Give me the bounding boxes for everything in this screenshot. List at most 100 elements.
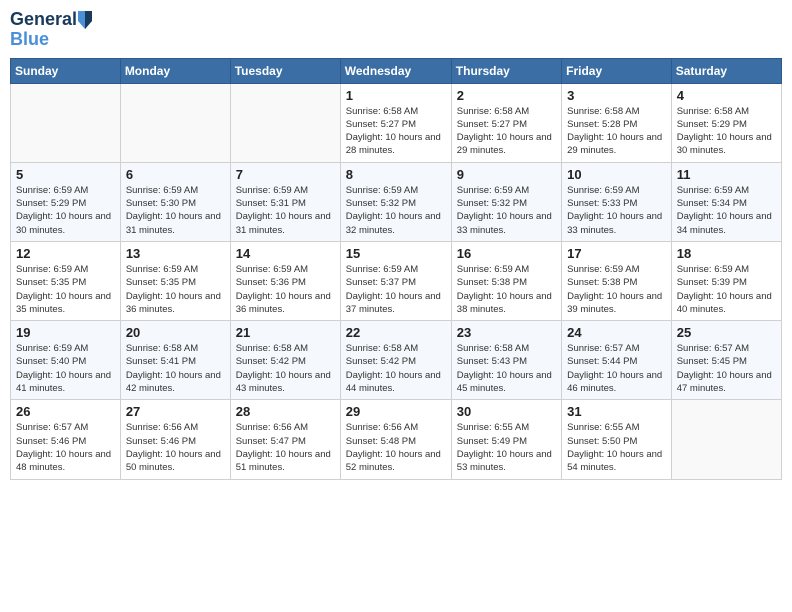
calendar-cell: 29 Sunrise: 6:56 AM Sunset: 5:48 PM Dayli… (340, 400, 451, 479)
day-detail: Sunrise: 6:58 AM Sunset: 5:42 PM Dayligh… (236, 342, 335, 395)
day-detail: Sunrise: 6:58 AM Sunset: 5:27 PM Dayligh… (346, 105, 446, 158)
calendar-cell: 21 Sunrise: 6:58 AM Sunset: 5:42 PM Dayli… (230, 321, 340, 400)
day-number: 28 (236, 404, 335, 419)
logo-text-general: General (10, 10, 77, 30)
calendar-cell: 8 Sunrise: 6:59 AM Sunset: 5:32 PM Daylig… (340, 162, 451, 241)
day-detail: Sunrise: 6:59 AM Sunset: 5:40 PM Dayligh… (16, 342, 115, 395)
calendar-cell (671, 400, 781, 479)
calendar-cell: 18Sunrise: 6:59 AM Sunset: 5:39 PM Dayli… (671, 241, 781, 320)
day-number: 18 (677, 246, 776, 261)
day-number: 21 (236, 325, 335, 340)
day-detail: Sunrise: 6:58 AM Sunset: 5:27 PM Dayligh… (457, 105, 556, 158)
day-number: 26 (16, 404, 115, 419)
calendar-cell: 6Sunrise: 6:59 AM Sunset: 5:30 PM Daylig… (120, 162, 230, 241)
calendar-cell (11, 83, 121, 162)
calendar-cell: 10 Sunrise: 6:59 AM Sunset: 5:33 PM Dayli… (562, 162, 672, 241)
day-detail: Sunrise: 6:59 AM Sunset: 5:32 PM Dayligh… (457, 184, 556, 237)
day-of-week-header: Wednesday (340, 58, 451, 83)
day-number: 4 (677, 88, 776, 103)
day-detail: Sunrise: 6:57 AM Sunset: 5:44 PM Dayligh… (567, 342, 666, 395)
calendar-cell (230, 83, 340, 162)
day-detail: Sunrise: 6:59 AM Sunset: 5:38 PM Dayligh… (567, 263, 666, 316)
calendar-cell: 11 Sunrise: 6:59 AM Sunset: 5:34 PM Dayli… (671, 162, 781, 241)
calendar-cell (120, 83, 230, 162)
calendar-cell: 25Sunrise: 6:57 AM Sunset: 5:45 PM Dayli… (671, 321, 781, 400)
day-of-week-header: Saturday (671, 58, 781, 83)
calendar-cell: 17 Sunrise: 6:59 AM Sunset: 5:38 PM Dayli… (562, 241, 672, 320)
logo-text-blue: Blue (10, 30, 92, 50)
day-detail: Sunrise: 6:59 AM Sunset: 5:36 PM Dayligh… (236, 263, 335, 316)
day-detail: Sunrise: 6:56 AM Sunset: 5:48 PM Dayligh… (346, 421, 446, 474)
calendar-cell: 2 Sunrise: 6:58 AM Sunset: 5:27 PM Daylig… (451, 83, 561, 162)
calendar-cell: 15Sunrise: 6:59 AM Sunset: 5:37 PM Dayli… (340, 241, 451, 320)
day-number: 5 (16, 167, 115, 182)
day-number: 14 (236, 246, 335, 261)
day-number: 30 (457, 404, 556, 419)
day-number: 19 (16, 325, 115, 340)
day-number: 12 (16, 246, 115, 261)
day-of-week-header: Monday (120, 58, 230, 83)
calendar-cell: 26 Sunrise: 6:57 AM Sunset: 5:46 PM Dayli… (11, 400, 121, 479)
page-header: General Blue (10, 10, 782, 50)
day-detail: Sunrise: 6:59 AM Sunset: 5:32 PM Dayligh… (346, 184, 446, 237)
day-number: 6 (126, 167, 225, 182)
day-number: 16 (457, 246, 556, 261)
calendar-cell: 20 Sunrise: 6:58 AM Sunset: 5:41 PM Dayli… (120, 321, 230, 400)
calendar-cell: 4 Sunrise: 6:58 AM Sunset: 5:29 PM Daylig… (671, 83, 781, 162)
day-number: 22 (346, 325, 446, 340)
calendar-cell: 3 Sunrise: 6:58 AM Sunset: 5:28 PM Daylig… (562, 83, 672, 162)
day-number: 8 (346, 167, 446, 182)
day-number: 23 (457, 325, 556, 340)
day-number: 17 (567, 246, 666, 261)
day-detail: Sunrise: 6:58 AM Sunset: 5:28 PM Dayligh… (567, 105, 666, 158)
day-number: 11 (677, 167, 776, 182)
calendar-cell: 31Sunrise: 6:55 AM Sunset: 5:50 PM Dayli… (562, 400, 672, 479)
day-detail: Sunrise: 6:57 AM Sunset: 5:46 PM Dayligh… (16, 421, 115, 474)
day-number: 9 (457, 167, 556, 182)
day-number: 3 (567, 88, 666, 103)
day-detail: Sunrise: 6:59 AM Sunset: 5:33 PM Dayligh… (567, 184, 666, 237)
calendar-cell: 16 Sunrise: 6:59 AM Sunset: 5:38 PM Dayli… (451, 241, 561, 320)
calendar-cell: 24 Sunrise: 6:57 AM Sunset: 5:44 PM Dayli… (562, 321, 672, 400)
day-detail: Sunrise: 6:55 AM Sunset: 5:49 PM Dayligh… (457, 421, 556, 474)
calendar-cell: 30 Sunrise: 6:55 AM Sunset: 5:49 PM Dayli… (451, 400, 561, 479)
calendar-cell: 9 Sunrise: 6:59 AM Sunset: 5:32 PM Daylig… (451, 162, 561, 241)
day-number: 7 (236, 167, 335, 182)
calendar-cell: 22 Sunrise: 6:58 AM Sunset: 5:42 PM Dayli… (340, 321, 451, 400)
day-detail: Sunrise: 6:55 AM Sunset: 5:50 PM Dayligh… (567, 421, 666, 474)
logo-icon (78, 11, 92, 29)
day-detail: Sunrise: 6:58 AM Sunset: 5:41 PM Dayligh… (126, 342, 225, 395)
calendar-cell: 5 Sunrise: 6:59 AM Sunset: 5:29 PM Daylig… (11, 162, 121, 241)
calendar-cell: 23 Sunrise: 6:58 AM Sunset: 5:43 PM Dayli… (451, 321, 561, 400)
day-detail: Sunrise: 6:56 AM Sunset: 5:46 PM Dayligh… (126, 421, 225, 474)
day-of-week-header: Friday (562, 58, 672, 83)
day-number: 24 (567, 325, 666, 340)
day-number: 25 (677, 325, 776, 340)
calendar-header-row: SundayMondayTuesdayWednesdayThursdayFrid… (11, 58, 782, 83)
logo: General Blue (10, 10, 92, 50)
day-number: 10 (567, 167, 666, 182)
day-number: 13 (126, 246, 225, 261)
day-detail: Sunrise: 6:59 AM Sunset: 5:34 PM Dayligh… (677, 184, 776, 237)
day-detail: Sunrise: 6:59 AM Sunset: 5:38 PM Dayligh… (457, 263, 556, 316)
calendar-cell: 7Sunrise: 6:59 AM Sunset: 5:31 PM Daylig… (230, 162, 340, 241)
day-detail: Sunrise: 6:58 AM Sunset: 5:43 PM Dayligh… (457, 342, 556, 395)
calendar-week-row: 19 Sunrise: 6:59 AM Sunset: 5:40 PM Dayli… (11, 321, 782, 400)
day-detail: Sunrise: 6:58 AM Sunset: 5:42 PM Dayligh… (346, 342, 446, 395)
calendar-cell: 14 Sunrise: 6:59 AM Sunset: 5:36 PM Dayli… (230, 241, 340, 320)
day-number: 20 (126, 325, 225, 340)
calendar-cell: 13Sunrise: 6:59 AM Sunset: 5:35 PM Dayli… (120, 241, 230, 320)
calendar-week-row: 26 Sunrise: 6:57 AM Sunset: 5:46 PM Dayli… (11, 400, 782, 479)
day-detail: Sunrise: 6:58 AM Sunset: 5:29 PM Dayligh… (677, 105, 776, 158)
day-detail: Sunrise: 6:59 AM Sunset: 5:29 PM Dayligh… (16, 184, 115, 237)
day-number: 1 (346, 88, 446, 103)
calendar-table: SundayMondayTuesdayWednesdayThursdayFrid… (10, 58, 782, 480)
day-detail: Sunrise: 6:56 AM Sunset: 5:47 PM Dayligh… (236, 421, 335, 474)
day-of-week-header: Tuesday (230, 58, 340, 83)
day-detail: Sunrise: 6:59 AM Sunset: 5:37 PM Dayligh… (346, 263, 446, 316)
day-number: 29 (346, 404, 446, 419)
day-number: 27 (126, 404, 225, 419)
day-number: 2 (457, 88, 556, 103)
calendar-cell: 12Sunrise: 6:59 AM Sunset: 5:35 PM Dayli… (11, 241, 121, 320)
calendar-cell: 19 Sunrise: 6:59 AM Sunset: 5:40 PM Dayli… (11, 321, 121, 400)
